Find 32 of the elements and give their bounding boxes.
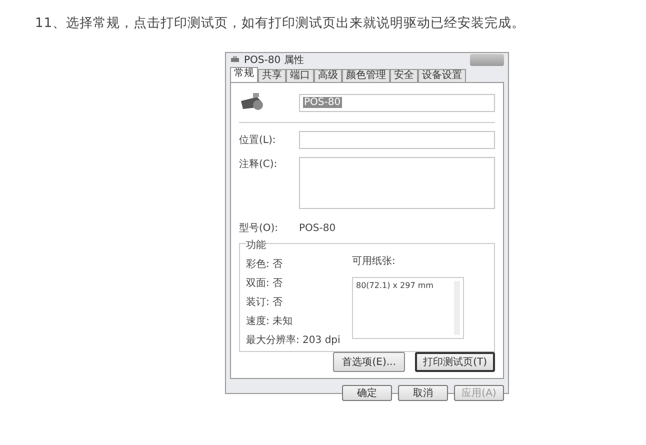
field-label: 型号(O):: [239, 222, 280, 235]
tab[interactable]: 颜色管理: [342, 69, 390, 82]
group-title: 功能: [246, 238, 266, 252]
tab[interactable]: 设备设置: [418, 69, 466, 82]
field-label: 位置(L):: [239, 134, 277, 147]
printer-icon: [230, 56, 240, 64]
comment-field[interactable]: [299, 157, 495, 209]
feature-text: 双面: 否: [246, 277, 284, 290]
action-button[interactable]: 首选项(E)...: [333, 352, 406, 372]
feature-text: 装订: 否: [246, 296, 284, 309]
tab[interactable]: 高级: [314, 69, 342, 82]
window-title: POS-80 属性: [244, 54, 305, 67]
close-button[interactable]: [470, 54, 504, 66]
field-label: 注释(C):: [239, 158, 278, 171]
name-value: POS-80: [303, 97, 342, 108]
paper-label: 可用纸张:: [352, 254, 396, 268]
instruction-text: 11、选择常规，点击打印测试页，如有打印测试页出来就说明驱动已经安装完成。: [35, 15, 526, 32]
feature-text: 速度: 未知: [246, 314, 294, 328]
feature-text: 彩色: 否: [246, 258, 284, 271]
action-button[interactable]: 打印测试页(T): [415, 352, 495, 372]
model-value: POS-80: [299, 222, 336, 234]
paper-list[interactable]: 80(72.1) x 297 mm: [352, 277, 464, 339]
dialog-button[interactable]: 确定: [342, 385, 392, 401]
location-field[interactable]: [299, 131, 495, 149]
feature-text: 最大分辨率: 203 dpi: [246, 334, 342, 347]
paper-size[interactable]: 80(72.1) x 297 mm: [356, 281, 434, 290]
tab[interactable]: 端口: [286, 69, 314, 82]
tab[interactable]: 常规: [230, 67, 258, 82]
dialog-button[interactable]: 取消: [398, 385, 448, 401]
printer-icon: [239, 91, 265, 111]
tab[interactable]: 安全: [390, 69, 418, 82]
tab[interactable]: 共享: [258, 69, 286, 82]
